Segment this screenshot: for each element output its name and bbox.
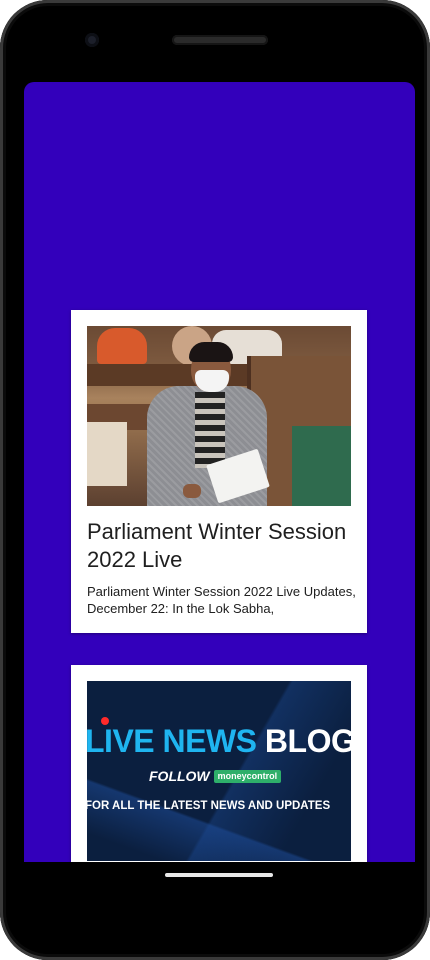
banner-headline: LIVE NEWS BLOG	[87, 721, 351, 761]
news-card-description: Parliament Winter Session 2022 Live Upda…	[87, 584, 356, 616]
banner-follow-text: FOLLOW	[149, 768, 210, 784]
banner-tagline: FOR ALL THE LATEST NEWS AND UPDATES	[87, 800, 331, 812]
news-card[interactable]: LIVE NEWS BLOG FOLLOW moneycontrol FOR AL…	[71, 665, 367, 862]
banner-blog-text: BLOG	[264, 723, 351, 759]
moneycontrol-badge: moneycontrol	[213, 770, 282, 783]
speaker-hair	[189, 342, 233, 362]
scarf	[195, 392, 225, 468]
face-mask	[195, 370, 229, 392]
green-carpet	[292, 426, 351, 506]
banner-live-text: LIVE NEWS	[87, 723, 257, 759]
background-person	[87, 422, 127, 486]
news-card-title[interactable]: Parliament Winter Session 2022 Live	[87, 518, 357, 574]
app-screen[interactable]: Parliament Winter Session 2022 Live Parl…	[24, 82, 415, 862]
front-camera	[85, 33, 99, 47]
background-person	[97, 328, 147, 364]
banner-follow: FOLLOW moneycontrol	[149, 767, 282, 785]
home-indicator[interactable]	[165, 873, 273, 877]
earpiece-speaker	[172, 35, 268, 45]
news-card[interactable]: Parliament Winter Session 2022 Live Parl…	[71, 310, 367, 633]
phone-frame: Parliament Winter Session 2022 Live Parl…	[0, 0, 430, 960]
news-card-image[interactable]	[87, 326, 351, 506]
speaker-hand	[183, 484, 201, 498]
news-card-image[interactable]: LIVE NEWS BLOG FOLLOW moneycontrol FOR AL…	[87, 681, 351, 861]
